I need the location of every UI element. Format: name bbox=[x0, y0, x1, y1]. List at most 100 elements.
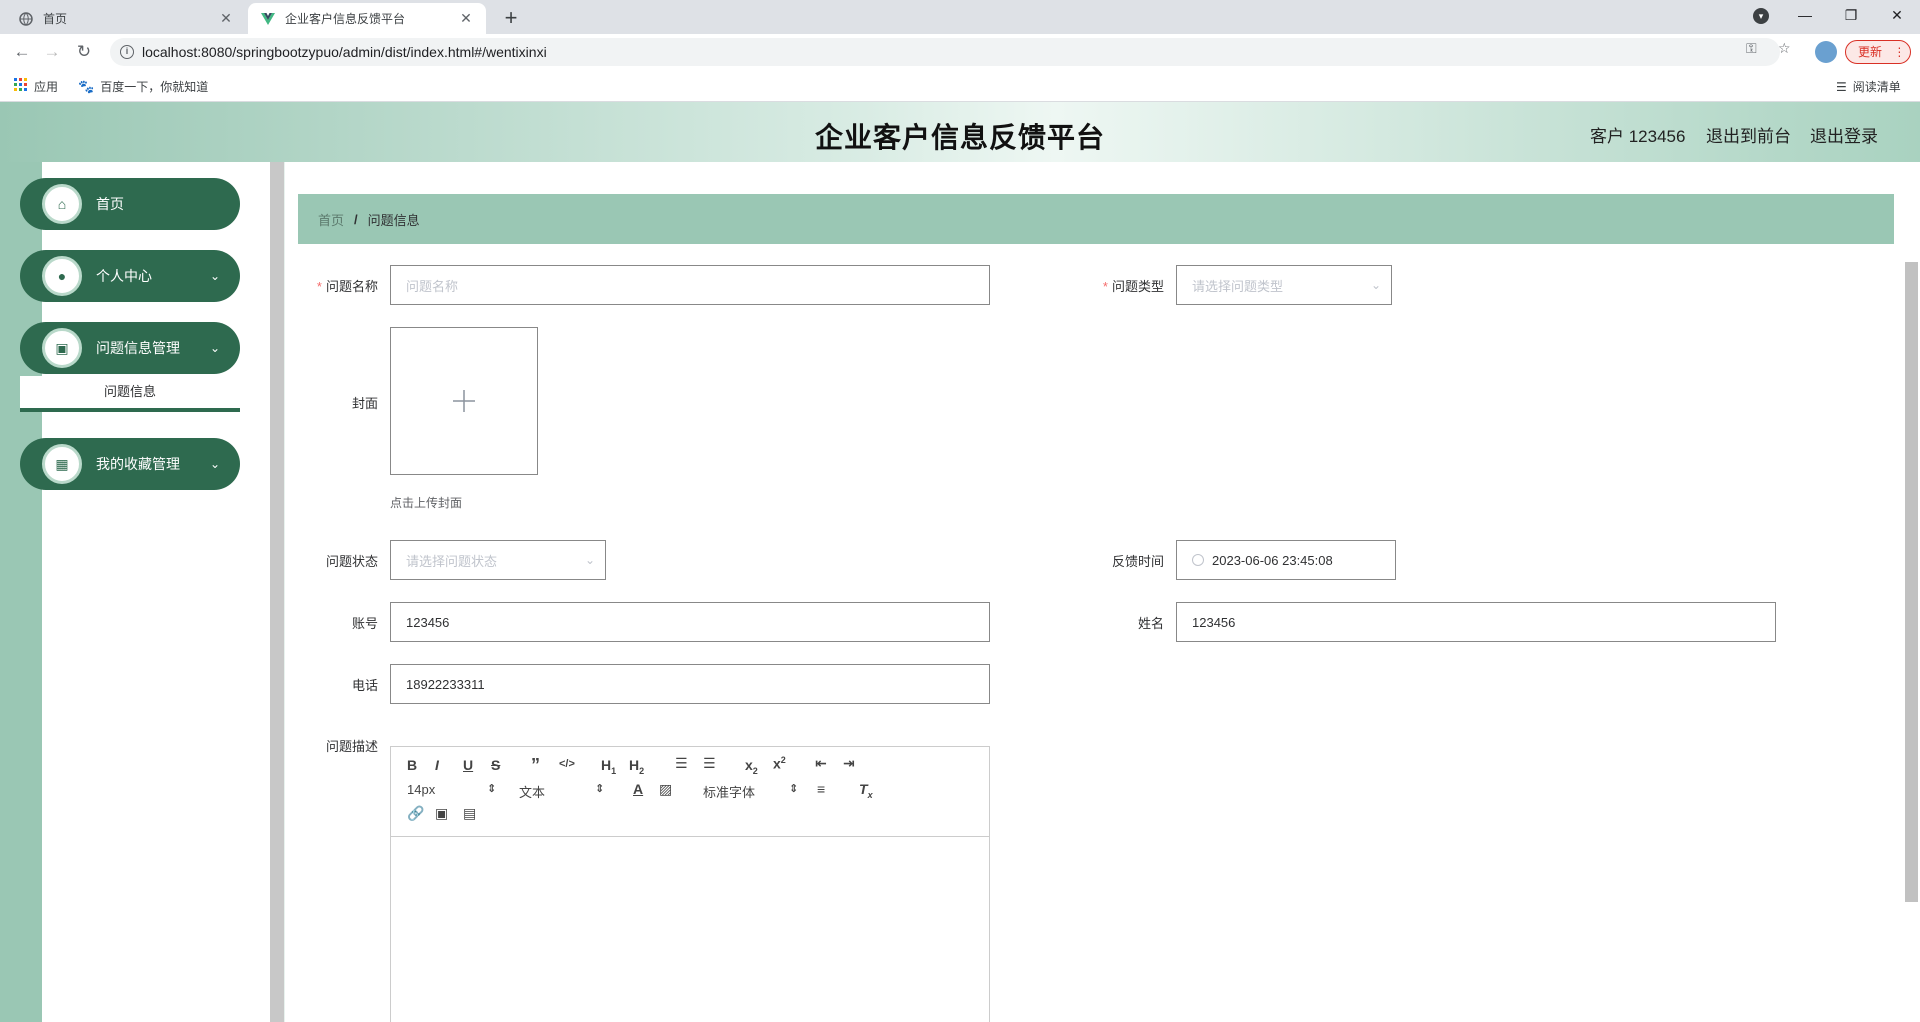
heading2-icon[interactable]: H2 bbox=[629, 757, 644, 776]
info-icon[interactable]: i bbox=[120, 45, 134, 59]
reload-icon[interactable]: ↻ bbox=[72, 40, 96, 64]
sidebar-item-label: 个人中心 bbox=[96, 268, 152, 284]
updown-icon: ⇕ bbox=[595, 783, 605, 795]
close-icon[interactable]: ✕ bbox=[458, 10, 474, 27]
feedback-time-value: 2023-06-06 23:45:08 bbox=[1212, 552, 1333, 568]
forward-arrow-icon[interactable]: → bbox=[40, 40, 64, 64]
clipboard-icon: ▣ bbox=[42, 328, 82, 368]
update-button[interactable]: 更新 ⋮ bbox=[1845, 40, 1911, 64]
sidebar-item-favorites[interactable]: ▦ 我的收藏管理 ⌄ bbox=[20, 438, 240, 490]
rich-text-editor: B I U S ” </> H1 H2 ☰ ☰ x2 x2 ⇤ ⇥ 14px ⇕… bbox=[390, 746, 990, 1022]
address-bar[interactable]: i localhost:8080/springbootzypuo/admin/d… bbox=[110, 38, 1780, 66]
chevron-down-icon: ⌄ bbox=[210, 269, 221, 283]
link-icon[interactable]: 🔗 bbox=[407, 805, 424, 822]
scrollbar[interactable] bbox=[1905, 262, 1918, 902]
reading-list-label: 阅读清单 bbox=[1852, 80, 1901, 94]
url-text: localhost:8080/springbootzypuo/admin/dis… bbox=[142, 44, 547, 60]
sidebar-item-home[interactable]: ⌂ 首页 bbox=[20, 178, 240, 230]
ordered-list-icon[interactable]: ☰ bbox=[675, 755, 688, 772]
text-style-select[interactable]: 文本 bbox=[519, 782, 545, 801]
cover-upload-tip: 点击上传封面 bbox=[390, 496, 463, 510]
italic-icon[interactable]: I bbox=[435, 757, 439, 773]
chevron-down-icon: ⌄ bbox=[584, 553, 595, 567]
sidebar-item-profile[interactable]: ● 个人中心 ⌄ bbox=[20, 250, 240, 302]
reading-list[interactable]: ☰ 阅读清单 bbox=[1836, 78, 1901, 95]
breadcrumb-separator: / bbox=[354, 211, 358, 227]
home-icon: ⌂ bbox=[42, 184, 82, 224]
vue-icon bbox=[260, 11, 276, 27]
image-icon[interactable]: ▣ bbox=[435, 805, 448, 822]
outdent-icon[interactable]: ⇤ bbox=[815, 755, 827, 772]
issue-type-select[interactable]: 请选择问题类型 ⌄ bbox=[1176, 265, 1392, 305]
phone-label: 电话 bbox=[351, 678, 378, 693]
sidebar-divider bbox=[270, 162, 284, 1022]
exit-to-front-link[interactable]: 退出到前台 bbox=[1706, 122, 1791, 147]
new-tab-button[interactable]: + bbox=[498, 5, 524, 31]
browser-toolbar: ← → ↻ i localhost:8080/springbootzypuo/a… bbox=[0, 34, 1920, 70]
logout-link[interactable]: 退出登录 bbox=[1810, 122, 1878, 147]
video-icon[interactable]: ▤ bbox=[463, 805, 476, 822]
sidebar-item-label: 首页 bbox=[96, 196, 124, 212]
font-color-icon[interactable]: A bbox=[633, 781, 643, 797]
subscript-icon[interactable]: x2 bbox=[745, 757, 758, 776]
superscript-icon[interactable]: x2 bbox=[773, 755, 786, 772]
bullet-list-icon[interactable]: ☰ bbox=[703, 755, 716, 772]
issue-name-input[interactable]: 问题名称 bbox=[390, 265, 990, 305]
phone-input[interactable]: 18922233311 bbox=[390, 664, 990, 704]
breadcrumb-current: 问题信息 bbox=[367, 212, 420, 228]
sidebar-item-label: 问题信息管理 bbox=[96, 340, 180, 356]
indent-icon[interactable]: ⇥ bbox=[843, 755, 855, 772]
font-size-select[interactable]: 14px bbox=[407, 782, 435, 797]
issue-name-label: * 问题名称 bbox=[316, 279, 378, 294]
description-label: 问题描述 bbox=[325, 739, 378, 754]
sidebar-item-label: 我的收藏管理 bbox=[96, 456, 180, 472]
strikethrough-icon[interactable]: S bbox=[491, 757, 500, 773]
restore-button[interactable]: ❐ bbox=[1828, 0, 1874, 30]
browser-tab-active[interactable]: 企业客户信息反馈平台 ✕ bbox=[248, 3, 486, 34]
app-root: 企业客户信息反馈平台 客户 123456 退出到前台 退出登录 ⌂ 首页 ● 个… bbox=[0, 102, 1920, 1022]
close-icon[interactable]: ✕ bbox=[218, 10, 234, 27]
cover-upload-button[interactable] bbox=[390, 327, 538, 475]
minimize-button[interactable]: — bbox=[1782, 0, 1828, 30]
bold-icon[interactable]: B bbox=[407, 757, 417, 773]
clear-format-icon[interactable]: Tx bbox=[859, 781, 873, 800]
browser-tab-home[interactable]: 首页 ✕ bbox=[6, 3, 246, 34]
star-icon[interactable]: ☆ bbox=[1778, 40, 1791, 57]
app-header: 企业客户信息反馈平台 客户 123456 退出到前台 退出登录 bbox=[0, 102, 1920, 162]
realname-input[interactable]: 123456 bbox=[1176, 602, 1776, 642]
underline-icon[interactable]: U bbox=[463, 757, 473, 773]
plus-icon bbox=[453, 390, 475, 412]
profile-menu-button[interactable]: ▾ bbox=[1738, 0, 1784, 30]
issue-status-label: 问题状态 bbox=[325, 554, 378, 569]
bookmark-baidu[interactable]: 🐾 百度一下，你就知道 bbox=[78, 78, 208, 95]
background-color-icon[interactable]: ▨ bbox=[659, 781, 672, 798]
breadcrumb-home[interactable]: 首页 bbox=[318, 210, 344, 229]
code-icon[interactable]: </> bbox=[559, 758, 575, 770]
close-window-button[interactable]: ✕ bbox=[1874, 0, 1920, 30]
sidebar-item-issue-management[interactable]: ▣ 问题信息管理 ⌄ bbox=[20, 322, 240, 374]
chevron-down-icon: ⌄ bbox=[1370, 278, 1381, 292]
grid-icon: ▦ bbox=[42, 444, 82, 484]
feedback-time-label: 反馈时间 bbox=[1111, 554, 1164, 569]
submenu-item-issue-info[interactable]: 问题信息 bbox=[20, 376, 240, 412]
realname-label: 姓名 bbox=[1137, 616, 1164, 631]
tab-title: 首页 bbox=[43, 12, 68, 26]
account-label: 账号 bbox=[351, 616, 378, 631]
heading1-icon[interactable]: H1 bbox=[601, 757, 616, 776]
back-arrow-icon[interactable]: ← bbox=[10, 40, 34, 64]
font-family-select[interactable]: 标准字体 bbox=[703, 782, 755, 801]
bookmark-label: 百度一下，你就知道 bbox=[100, 80, 209, 94]
bookmark-apps[interactable]: 应用 bbox=[14, 78, 58, 95]
align-icon[interactable]: ≡ bbox=[817, 781, 825, 797]
key-icon[interactable]: ⚿ bbox=[1746, 40, 1757, 57]
feedback-time-picker[interactable]: 2023-06-06 23:45:08 bbox=[1176, 540, 1396, 580]
editor-toolbar: B I U S ” </> H1 H2 ☰ ☰ x2 x2 ⇤ ⇥ 14px ⇕… bbox=[391, 747, 989, 837]
chevron-down-icon: ▾ bbox=[1753, 8, 1769, 24]
issue-status-select[interactable]: 请选择问题状态 ⌄ bbox=[390, 540, 606, 580]
blockquote-icon[interactable]: ” bbox=[531, 755, 540, 776]
issue-type-label: * 问题类型 bbox=[1102, 279, 1164, 294]
bookmark-label: 应用 bbox=[34, 80, 59, 94]
account-input[interactable]: 123456 bbox=[390, 602, 990, 642]
avatar[interactable] bbox=[1815, 41, 1837, 63]
select-placeholder: 请选择问题状态 bbox=[406, 553, 498, 569]
